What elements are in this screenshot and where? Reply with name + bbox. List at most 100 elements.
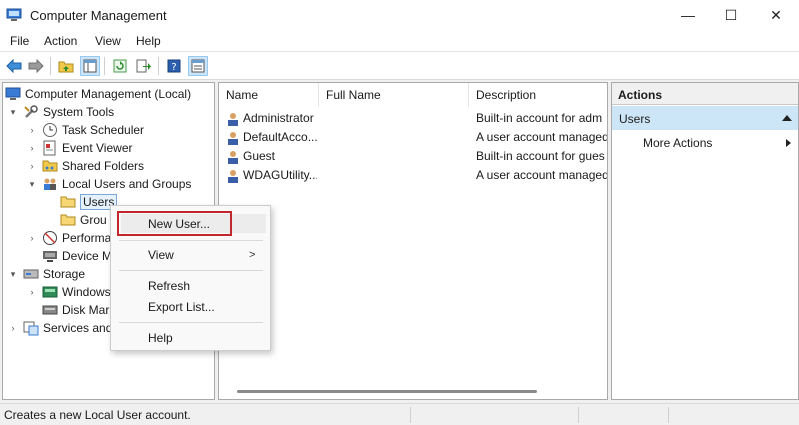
tree-item-task-scheduler[interactable]: Task Scheduler (42, 121, 144, 139)
user-icon (228, 151, 238, 164)
actions-section-users[interactable]: Users (612, 106, 798, 130)
menu-item-new-user[interactable]: New User... (148, 217, 210, 231)
device-manager-icon (43, 251, 57, 262)
tree-label: Disk Mar (62, 303, 110, 317)
services-icon (23, 321, 39, 336)
chevron-right-icon[interactable]: › (26, 124, 38, 136)
menu-action[interactable]: Action (44, 34, 77, 48)
horizontal-scrollbar[interactable] (237, 390, 537, 393)
status-text: Creates a new Local User account. (4, 408, 191, 422)
chevron-right-icon: > (249, 249, 256, 261)
more-actions-link[interactable]: More Actions (643, 136, 712, 150)
collapse-up-icon[interactable] (782, 115, 792, 121)
column-header-full-name[interactable]: Full Name (319, 83, 469, 107)
chevron-down-icon[interactable]: ▾ (7, 268, 19, 280)
event-viewer-icon (43, 140, 56, 156)
tree-item-storage[interactable]: Storage (23, 265, 85, 283)
table-row[interactable]: Guest Built-in account for gues (219, 147, 607, 166)
status-bar: Creates a new Local User account. (0, 403, 799, 425)
actions-header: Actions (612, 83, 798, 105)
actions-pane: Actions Users More Actions (611, 82, 799, 400)
tree-label: Grou (80, 213, 107, 227)
menu-item-help[interactable]: Help (148, 331, 173, 345)
users-group-icon (44, 178, 56, 190)
show-hide-tree-icon[interactable] (80, 56, 100, 76)
actions-section-label: Users (619, 112, 651, 126)
menu-item-export-list[interactable]: Export List... (148, 300, 215, 314)
maximize-button[interactable]: ☐ (708, 0, 754, 30)
chevron-right-icon[interactable]: › (26, 286, 38, 298)
tree-item-computer-management[interactable]: Computer Management (Local) (5, 85, 191, 103)
user-icon (228, 113, 238, 126)
disk-icon (42, 305, 58, 315)
user-description: A user account managed (476, 168, 607, 182)
submenu-arrow-icon (786, 139, 791, 147)
tree-label: Shared Folders (62, 159, 145, 173)
menu-item-view[interactable]: View (148, 248, 174, 262)
menu-view[interactable]: View (95, 34, 121, 48)
chevron-down-icon[interactable]: ▾ (26, 178, 38, 190)
tree-label: Storage (43, 267, 86, 281)
title-bar: Computer Management — ☐ ✕ (0, 0, 799, 30)
chevron-right-icon[interactable]: › (26, 142, 38, 154)
forward-arrow-icon[interactable] (26, 56, 46, 76)
computer-management-icon (6, 8, 22, 21)
tree-item-disk-management[interactable]: Disk Mar (42, 301, 109, 319)
tree-label: Computer Management (Local) (25, 87, 192, 101)
user-description: Built-in account for gues (476, 149, 605, 163)
tree-item-device-manager[interactable]: Device M (42, 247, 112, 265)
tree-label: Task Scheduler (62, 123, 145, 137)
table-row[interactable]: Administrator Built-in account for adm (219, 109, 607, 128)
svg-text:?: ? (171, 62, 176, 73)
tree-item-shared-folders[interactable]: Shared Folders (42, 157, 144, 175)
column-header-description[interactable]: Description (469, 83, 607, 107)
user-description: Built-in account for adm (476, 111, 603, 125)
user-icon (228, 170, 238, 183)
chevron-right-icon[interactable]: › (26, 160, 38, 172)
user-name: Guest (243, 149, 276, 163)
tree-item-windows-backup[interactable]: Windows (42, 283, 111, 301)
up-folder-icon[interactable] (56, 56, 76, 76)
tree-item-system-tools[interactable]: System Tools (23, 103, 114, 121)
minimize-button[interactable]: — (665, 0, 711, 30)
tree-item-performance[interactable]: Performa (42, 229, 111, 247)
tree-label: Device M (62, 249, 113, 263)
user-list[interactable]: Name Full Name Description Administrator… (218, 82, 608, 400)
refresh-icon[interactable] (110, 56, 130, 76)
tree-label: Event Viewer (62, 141, 133, 155)
back-arrow-icon[interactable] (4, 56, 24, 76)
folder-icon (60, 214, 76, 226)
user-name: DefaultAcco... (243, 130, 317, 144)
chevron-right-icon[interactable]: › (26, 232, 38, 244)
backup-icon (42, 286, 58, 298)
table-row[interactable]: WDAGUtility... A user account managed (219, 166, 607, 185)
tree-item-groups[interactable]: Grou (60, 211, 107, 229)
menu-file[interactable]: File (10, 34, 29, 48)
chevron-down-icon[interactable]: ▾ (7, 106, 19, 118)
help-icon[interactable]: ? (164, 56, 184, 76)
user-icon (228, 132, 238, 145)
tools-icon (24, 105, 38, 118)
toolbar: ? (0, 52, 799, 80)
chevron-right-icon[interactable]: › (7, 322, 19, 334)
tree-label: Performa (62, 231, 112, 245)
tree-item-local-users-groups[interactable]: Local Users and Groups (42, 175, 191, 193)
table-row[interactable]: DefaultAcco... A user account managed (219, 128, 607, 147)
tree-label: Local Users and Groups (62, 177, 192, 191)
folder-icon (60, 196, 76, 208)
properties-icon[interactable] (188, 56, 208, 76)
tree-item-event-viewer[interactable]: Event Viewer (42, 139, 132, 157)
column-header-name[interactable]: Name (219, 83, 319, 107)
window-title: Computer Management (30, 8, 167, 23)
menu-item-refresh[interactable]: Refresh (148, 279, 190, 293)
context-menu: New User... View > Refresh Export List..… (110, 205, 271, 351)
user-name: Administrator (243, 111, 314, 125)
tree-label: Services and (43, 321, 113, 335)
tree-label: System Tools (43, 105, 115, 119)
shared-folder-icon (42, 160, 58, 172)
export-icon[interactable] (134, 56, 154, 76)
menu-help[interactable]: Help (136, 34, 161, 48)
tree-item-services-applications[interactable]: Services and (23, 319, 112, 337)
close-button[interactable]: ✕ (753, 0, 799, 30)
tree-item-users[interactable]: Users (60, 193, 118, 211)
